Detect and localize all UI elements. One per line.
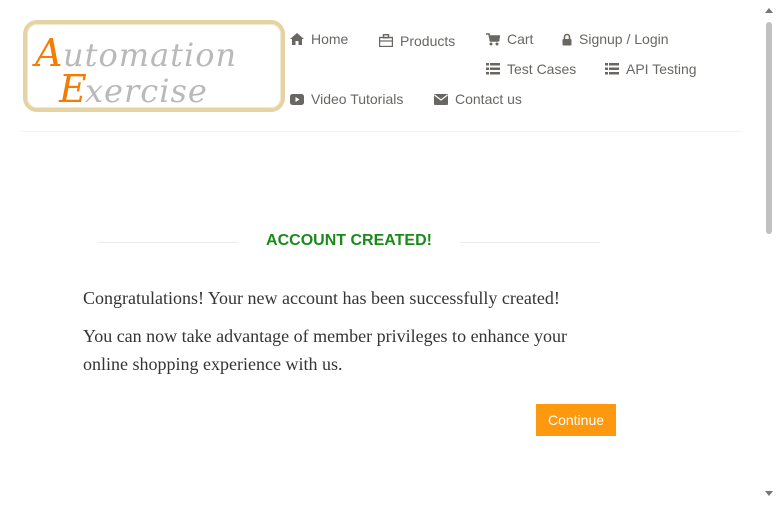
title-rule-left	[98, 242, 238, 243]
nav-video-tutorials[interactable]: Video Tutorials	[290, 91, 403, 107]
scroll-up-arrow[interactable]	[765, 8, 773, 13]
site-logo[interactable]: A utomation E xercise	[23, 20, 285, 112]
logo-word-exercise: xercise	[85, 72, 208, 108]
nav-contact-us-label: Contact us	[455, 91, 522, 107]
nav-home-label: Home	[311, 31, 349, 47]
logo-word-automation: utomation	[63, 36, 237, 74]
nav-api-testing[interactable]: API Testing	[605, 61, 697, 77]
nav-cart[interactable]: Cart	[486, 31, 533, 47]
nav-signup-login[interactable]: Signup / Login	[562, 31, 669, 47]
nav-contact-us[interactable]: Contact us	[434, 91, 522, 107]
nav-signup-login-label: Signup / Login	[579, 31, 669, 47]
header-divider	[20, 131, 741, 132]
nav-test-cases[interactable]: Test Cases	[486, 61, 576, 77]
nav-test-cases-label: Test Cases	[507, 61, 577, 77]
privileges-message-line1: You can now take advantage of member pri…	[83, 326, 568, 346]
logo-letter-a: A	[32, 31, 62, 75]
congratulations-message: Congratulations! Your new account has be…	[83, 288, 560, 308]
privileges-message-line2: online shopping experience with us.	[83, 354, 343, 374]
nav-cart-label: Cart	[507, 31, 534, 47]
nav-home[interactable]: Home	[290, 31, 348, 47]
envelope-icon	[434, 93, 448, 105]
title-rule-right	[460, 242, 600, 243]
logo-wordmark: A utomation E xercise	[32, 31, 237, 108]
cart-icon	[486, 32, 500, 45]
briefcase-icon	[379, 33, 393, 47]
logo-letter-e: E	[58, 67, 87, 108]
page-scrollbar[interactable]	[762, 0, 776, 506]
list-icon	[486, 63, 500, 75]
scroll-down-arrow[interactable]	[765, 491, 773, 496]
account-created-title: ACCOUNT CREATED!	[266, 232, 432, 249]
home-icon	[290, 33, 304, 45]
lock-icon	[562, 33, 572, 45]
nav-api-testing-label: API Testing	[626, 61, 697, 77]
continue-button[interactable]: Continue	[536, 404, 616, 436]
scroll-thumb[interactable]	[766, 22, 772, 234]
youtube-play-icon	[290, 93, 304, 105]
nav-products[interactable]: Products	[379, 32, 456, 49]
list-icon	[605, 63, 619, 75]
nav-products-label: Products	[400, 33, 456, 49]
nav-video-tutorials-label: Video Tutorials	[311, 91, 404, 107]
